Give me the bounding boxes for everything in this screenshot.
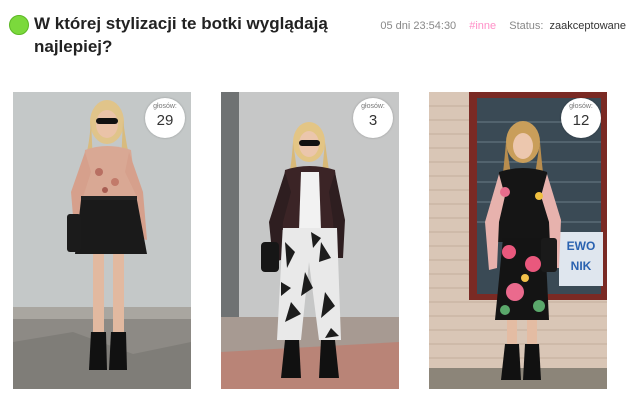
vote-option-2[interactable]: głosów: 3 bbox=[221, 92, 399, 389]
svg-text:NIK: NIK bbox=[571, 259, 592, 273]
status-label: Status: bbox=[509, 20, 544, 32]
question-title: W której stylizacji te botki wyglądają n… bbox=[34, 14, 328, 56]
svg-text:EWO: EWO bbox=[567, 239, 596, 253]
vote-count-label: głosów: bbox=[569, 103, 593, 110]
vote-count-badge: głosów: 29 bbox=[145, 98, 185, 138]
vote-count-value: 3 bbox=[368, 112, 378, 129]
vote-count-label: głosów: bbox=[153, 103, 177, 110]
time-remaining: 05 dni 23:54:30 bbox=[380, 20, 457, 32]
status-indicator-dot bbox=[9, 15, 29, 35]
vote-count-value: 29 bbox=[156, 112, 174, 129]
vote-option-1[interactable]: głosów: 29 bbox=[13, 92, 191, 389]
vote-count-badge: głosów: 3 bbox=[353, 98, 393, 138]
category-tag-link[interactable]: #inne bbox=[469, 20, 496, 32]
vote-option-3[interactable]: EWO NIK głosów: 12 bbox=[429, 92, 607, 389]
vote-count-label: głosów: bbox=[361, 103, 385, 110]
question-meta: 05 dni 23:54:30 #inne Status: zaakceptow… bbox=[380, 20, 626, 32]
vote-count-value: 12 bbox=[572, 112, 590, 129]
status-value: zaakceptowane bbox=[549, 20, 626, 32]
vote-count-badge: głosów: 12 bbox=[561, 98, 601, 138]
